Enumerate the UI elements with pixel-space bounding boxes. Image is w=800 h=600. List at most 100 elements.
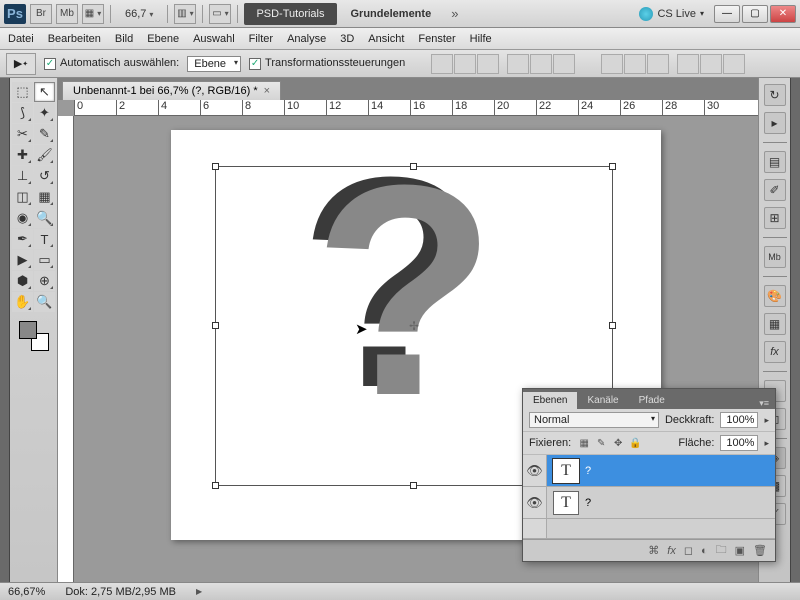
align-vcenter-icon[interactable] — [454, 54, 476, 74]
visibility-toggle-icon[interactable]: 👁 — [523, 487, 547, 518]
align-top-icon[interactable] — [431, 54, 453, 74]
workspace-more-icon[interactable]: » — [445, 6, 464, 21]
status-zoom[interactable]: 66,67% — [8, 586, 45, 598]
layer-thumb-icon[interactable]: T — [553, 459, 579, 483]
hand-tool[interactable]: ✋ — [12, 292, 33, 312]
layer-name[interactable]: ? — [585, 497, 591, 509]
color-swatches[interactable] — [19, 321, 49, 351]
left-dock-collapse[interactable] — [0, 78, 10, 582]
menu-3d[interactable]: 3D — [340, 33, 354, 45]
align-right-icon[interactable] — [553, 54, 575, 74]
swatches-panel-icon[interactable]: ▦ — [764, 313, 786, 335]
type-tool[interactable]: T — [34, 229, 55, 249]
status-doc-info[interactable]: Dok: 2,75 MB/2,95 MB — [65, 586, 176, 598]
lock-all-icon[interactable]: 🔒 — [628, 436, 642, 450]
path-select-tool[interactable]: ▶ — [12, 250, 33, 270]
fill-slider-icon[interactable]: ▸ — [764, 438, 769, 449]
dist-hcenter-icon[interactable] — [700, 54, 722, 74]
auto-select-dropdown[interactable]: Ebene — [187, 56, 241, 72]
transform-handle-mr[interactable] — [609, 322, 616, 329]
marquee-tool[interactable]: ⬚ — [12, 82, 33, 102]
transform-handle-tr[interactable] — [609, 163, 616, 170]
link-layers-icon[interactable]: ⌘ — [648, 544, 659, 557]
color-panel-icon[interactable]: 🎨 — [764, 285, 786, 307]
transform-controls-checkbox[interactable]: ✓Transformationssteuerungen — [249, 57, 405, 70]
tool-preset-picker[interactable]: ▶✦ — [6, 53, 36, 75]
align-hcenter-icon[interactable] — [530, 54, 552, 74]
minimize-button[interactable]: — — [714, 5, 740, 23]
adjustment-layer-icon[interactable]: ◐ — [701, 545, 708, 557]
opacity-slider-icon[interactable]: ▸ — [764, 415, 769, 426]
gradient-tool[interactable]: ▦ — [34, 187, 55, 207]
layer-row[interactable]: 👁 T ? — [523, 487, 775, 519]
tab-kanaele[interactable]: Kanäle — [577, 392, 628, 409]
menu-bild[interactable]: Bild — [115, 33, 133, 45]
visibility-toggle-icon[interactable]: 👁 — [523, 455, 547, 486]
doc-arrange-icon[interactable]: ▦ — [82, 4, 104, 24]
menu-datei[interactable]: Datei — [8, 33, 34, 45]
properties-panel-icon[interactable]: ▤ — [764, 151, 786, 173]
document-tab[interactable]: Unbenannt-1 bei 66,7% (?, RGB/16) * × — [62, 81, 281, 100]
tab-pfade[interactable]: Pfade — [629, 392, 675, 409]
brush-tool[interactable]: 🖌 — [34, 145, 55, 165]
menu-filter[interactable]: Filter — [249, 33, 273, 45]
align-bottom-icon[interactable] — [477, 54, 499, 74]
transform-handle-tc[interactable] — [410, 163, 417, 170]
transform-center-icon[interactable]: ✢ — [409, 319, 419, 333]
3d-camera-tool[interactable]: ⊕ — [34, 271, 55, 291]
blur-tool[interactable]: ◉ — [12, 208, 33, 228]
status-arrow-icon[interactable]: ▶ — [196, 587, 202, 596]
dist-right-icon[interactable] — [723, 54, 745, 74]
crop-tool[interactable]: ✂ — [12, 124, 33, 144]
zoom-level[interactable]: 66,7 — [117, 8, 161, 20]
auto-select-checkbox[interactable]: ✓Automatisch auswählen: — [44, 57, 179, 70]
menu-ebene[interactable]: Ebene — [147, 33, 179, 45]
panel-menu-icon[interactable]: ▾≡ — [753, 398, 775, 409]
menu-analyse[interactable]: Analyse — [287, 33, 326, 45]
eyedropper-tool[interactable]: ✎ — [34, 124, 55, 144]
menu-bearbeiten[interactable]: Bearbeiten — [48, 33, 101, 45]
healing-tool[interactable]: ✚ — [12, 145, 33, 165]
bridge-icon[interactable]: Br — [30, 4, 52, 24]
lock-position-icon[interactable]: ✥ — [611, 436, 625, 450]
dist-top-icon[interactable] — [601, 54, 623, 74]
blend-mode-dropdown[interactable]: Normal — [529, 412, 659, 428]
dist-bottom-icon[interactable] — [647, 54, 669, 74]
history-brush-tool[interactable]: ↺ — [34, 166, 55, 186]
transform-handle-tl[interactable] — [212, 163, 219, 170]
styles-panel-icon[interactable]: fx — [764, 341, 786, 363]
dist-vcenter-icon[interactable] — [624, 54, 646, 74]
mb-panel-icon[interactable]: Mb — [764, 246, 786, 268]
magic-wand-tool[interactable]: ✦ — [34, 103, 55, 123]
workspace-tab-elements[interactable]: Grundelemente — [341, 3, 442, 25]
opacity-input[interactable]: 100% — [720, 412, 758, 428]
delete-layer-icon[interactable]: 🗑 — [753, 544, 767, 557]
clone-panel-icon[interactable]: ⊞ — [764, 207, 786, 229]
workspace-tab-tutorials[interactable]: PSD-Tutorials — [244, 3, 336, 25]
history-panel-icon[interactable]: ↻ — [764, 84, 786, 106]
brushes-panel-icon[interactable]: ✐ — [764, 179, 786, 201]
right-dock-collapse[interactable] — [790, 78, 800, 582]
close-document-icon[interactable]: × — [264, 85, 270, 97]
layer-mask-icon[interactable]: ◻ — [684, 544, 693, 557]
eraser-tool[interactable]: ◫ — [12, 187, 33, 207]
dist-left-icon[interactable] — [677, 54, 699, 74]
dodge-tool[interactable]: 🔍 — [34, 208, 55, 228]
lock-transparent-icon[interactable]: ▦ — [577, 436, 591, 450]
maximize-button[interactable]: ▢ — [742, 5, 768, 23]
layer-thumb-icon[interactable]: T — [553, 491, 579, 515]
fg-color-swatch[interactable] — [19, 321, 37, 339]
actions-panel-icon[interactable]: ▸ — [764, 112, 786, 134]
tab-ebenen[interactable]: Ebenen — [523, 392, 577, 409]
layer-name[interactable]: ? — [585, 465, 591, 477]
shape-tool[interactable]: ▭ — [34, 250, 55, 270]
menu-fenster[interactable]: Fenster — [418, 33, 455, 45]
minibr-icon[interactable]: Mb — [56, 4, 78, 24]
fill-input[interactable]: 100% — [720, 435, 758, 451]
screen-mode-icon[interactable]: ▭ — [209, 4, 231, 24]
cs-live-button[interactable]: CS Live ▾ — [639, 7, 704, 21]
stamp-tool[interactable]: ⊥ — [12, 166, 33, 186]
zoom-tool[interactable]: 🔍 — [34, 292, 55, 312]
lasso-tool[interactable]: ⟆ — [12, 103, 33, 123]
menu-hilfe[interactable]: Hilfe — [470, 33, 492, 45]
